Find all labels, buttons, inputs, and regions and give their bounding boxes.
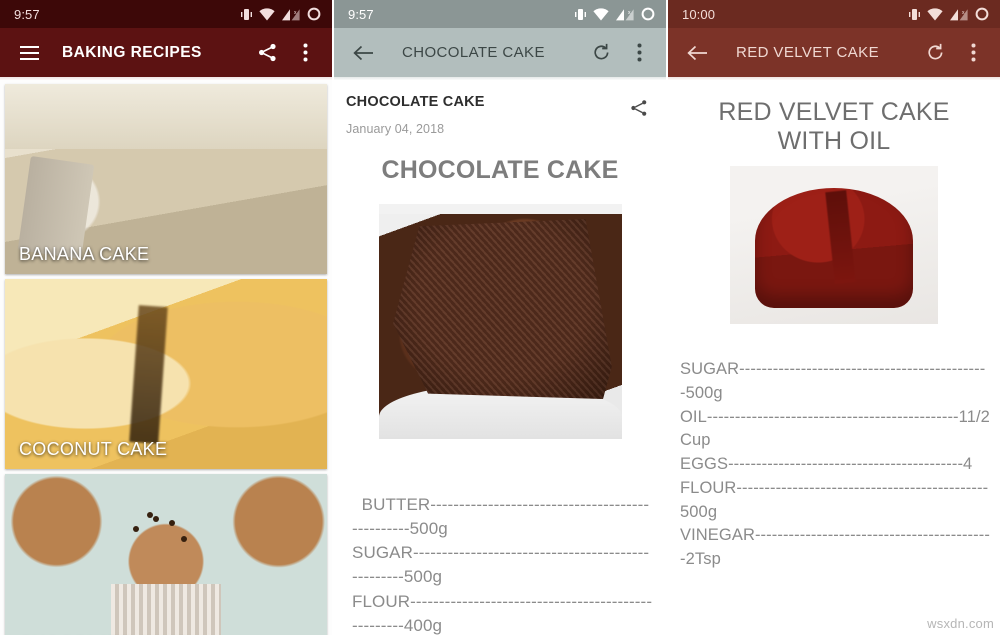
signal-icon: x bbox=[282, 8, 300, 20]
red-velvet-cake-photo bbox=[730, 166, 938, 324]
app-bar: RED VELVET CAKE bbox=[668, 28, 1000, 77]
list-item[interactable]: CHOCOLATE CAKE bbox=[5, 474, 327, 635]
ingredients-text: SUGAR-----------------------------------… bbox=[680, 360, 990, 568]
signal-icon: x bbox=[616, 8, 634, 20]
status-time: 9:57 bbox=[348, 6, 374, 22]
wifi-icon bbox=[259, 7, 275, 21]
chocolate-cupcake-photo bbox=[5, 474, 327, 635]
overflow-menu-icon[interactable] bbox=[622, 36, 656, 70]
vibrate-icon bbox=[575, 8, 586, 20]
vibrate-icon bbox=[241, 8, 252, 20]
article-heading: RED VELVET CAKE WITH OIL bbox=[718, 98, 950, 155]
screen-red-velvet-cake-detail: 10:00 x RED VELVET CAKE RED VELVET CAKE … bbox=[668, 0, 1000, 635]
list-item-label: BANANA CAKE bbox=[19, 244, 150, 264]
back-arrow-icon[interactable] bbox=[346, 36, 380, 70]
battery-icon bbox=[975, 7, 989, 21]
article-photo-container bbox=[334, 185, 666, 439]
overflow-menu-icon[interactable] bbox=[956, 36, 990, 70]
article-title: CHOCOLATE CAKE bbox=[346, 94, 485, 110]
ingredients-text: BUTTER----------------------------------… bbox=[352, 495, 653, 635]
article-header: CHOCOLATE CAKE January 04, 2018 bbox=[334, 80, 666, 136]
share-icon[interactable] bbox=[250, 36, 284, 70]
article-date: January 04, 2018 bbox=[346, 122, 445, 136]
page-title: RED VELVET CAKE bbox=[736, 44, 879, 61]
wifi-icon bbox=[593, 7, 609, 21]
signal-icon: x bbox=[950, 8, 968, 20]
app-bar: BAKING RECIPES bbox=[0, 28, 332, 77]
article-heading: CHOCOLATE CAKE bbox=[381, 156, 619, 184]
recipe-list[interactable]: BANANA CAKE COCONUT CAKE CHOCOLATE CAKE bbox=[0, 80, 332, 635]
status-icons: x bbox=[241, 7, 321, 21]
app-bar: CHOCOLATE CAKE bbox=[334, 28, 666, 77]
list-item-label: COCONUT CAKE bbox=[19, 439, 168, 459]
watermark: wsxdn.com bbox=[927, 616, 994, 631]
screen-baking-recipes-list: 9:57 x BAKING RECIPES BANANA CAKE COCONU… bbox=[0, 0, 334, 635]
status-icons: x bbox=[909, 7, 989, 21]
list-item[interactable]: COCONUT CAKE bbox=[5, 279, 327, 469]
overflow-menu-icon[interactable] bbox=[288, 36, 322, 70]
status-time: 9:57 bbox=[14, 6, 40, 22]
list-item[interactable]: BANANA CAKE bbox=[5, 84, 327, 274]
three-phone-screenshots: 9:57 x BAKING RECIPES BANANA CAKE COCONU… bbox=[0, 0, 1000, 635]
share-icon[interactable] bbox=[626, 95, 652, 121]
back-arrow-icon[interactable] bbox=[680, 36, 714, 70]
refresh-icon[interactable] bbox=[584, 36, 618, 70]
wifi-icon bbox=[927, 7, 943, 21]
refresh-icon[interactable] bbox=[918, 36, 952, 70]
screen-chocolate-cake-detail: 9:57 x CHOCOLATE CAKE CHOCOLATE CAKE Jan… bbox=[334, 0, 668, 635]
article-photo-container bbox=[668, 156, 1000, 324]
status-bar: 9:57 x bbox=[0, 0, 332, 28]
status-bar: 9:57 x bbox=[334, 0, 666, 28]
status-bar: 10:00 x bbox=[668, 0, 1000, 28]
article-body: RED VELVET CAKE WITH OIL SUGAR----------… bbox=[668, 80, 1000, 635]
hamburger-menu-icon[interactable] bbox=[12, 36, 46, 70]
page-title: CHOCOLATE CAKE bbox=[402, 44, 545, 61]
page-title: BAKING RECIPES bbox=[62, 43, 202, 61]
vibrate-icon bbox=[909, 8, 920, 20]
article-body: CHOCOLATE CAKE January 04, 2018 CHOCOLAT… bbox=[334, 80, 666, 635]
battery-icon bbox=[641, 7, 655, 21]
chocolate-cake-slice-photo bbox=[378, 189, 622, 439]
status-time: 10:00 bbox=[682, 6, 716, 22]
battery-icon bbox=[307, 7, 321, 21]
status-icons: x bbox=[575, 7, 655, 21]
